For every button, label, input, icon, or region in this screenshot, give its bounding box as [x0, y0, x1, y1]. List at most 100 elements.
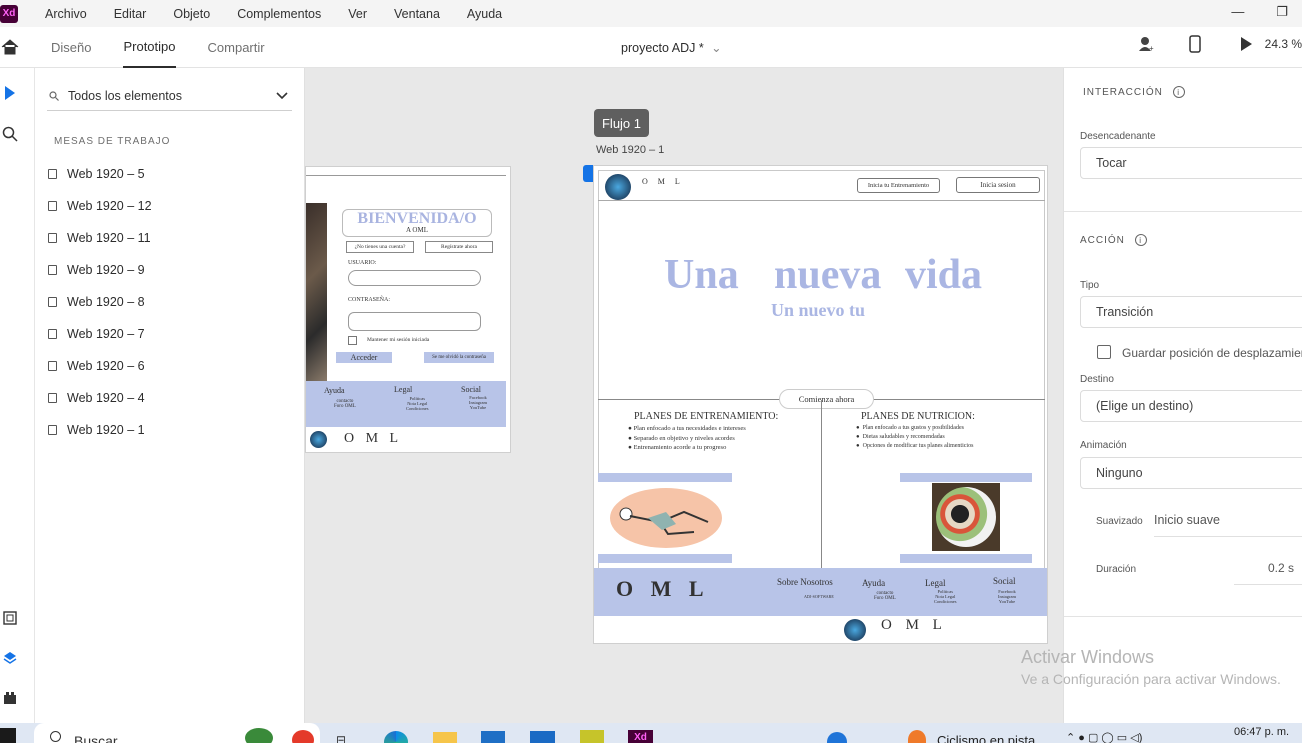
list-item: ● Plan enfocado a tus gustos y posibilid… — [856, 425, 964, 431]
no-account-text: ¿No tienes una cuenta? — [346, 241, 414, 253]
zoom-level[interactable]: 24.3 % — [1265, 37, 1302, 51]
menu-ver[interactable]: Ver — [348, 7, 380, 21]
menu-archivo[interactable]: Archivo — [45, 7, 100, 21]
pass-input[interactable] — [348, 312, 481, 331]
start-training-button[interactable]: Inicia tu Entrenamiento — [857, 178, 940, 193]
dest-value: (Elige un destino) — [1096, 399, 1194, 413]
list-item: ● Opciones de modificar tus planes alime… — [856, 443, 974, 449]
duration-input[interactable]: 0.2 s — [1234, 553, 1302, 585]
play-icon[interactable] — [1239, 36, 1253, 52]
plan2-title: PLANES DE NUTRICION: — [861, 411, 975, 422]
trigger-label: Desencadenante — [1080, 131, 1156, 142]
list-item[interactable]: Web 1920 – 11 — [48, 222, 298, 254]
info-icon[interactable]: i — [1134, 234, 1147, 246]
tab-prototipo[interactable]: Prototipo — [123, 27, 176, 68]
footer-social: Social — [993, 576, 1016, 586]
register-button[interactable]: Regístrate ahora — [425, 241, 493, 253]
now-playing[interactable]: Ciclismo en pista — [937, 733, 1035, 743]
list-item[interactable]: Web 1920 – 7 — [48, 318, 298, 350]
system-tray-icons[interactable]: ⌃ ● ▢ ◯ ▭ ◁) — [1066, 731, 1142, 743]
mail-icon[interactable] — [530, 731, 555, 743]
layers-filter[interactable]: Todos los elementos — [47, 81, 292, 111]
store-icon[interactable] — [481, 731, 505, 743]
clock[interactable]: 06:47 p. m. — [1234, 726, 1289, 738]
search-tool-icon[interactable] — [2, 126, 18, 142]
document-title[interactable]: proyecto ADJ * ⌄ — [621, 40, 722, 55]
destination-select[interactable]: (Elige un destino) — [1080, 390, 1302, 422]
footer-ayuda: Ayuda — [862, 578, 886, 588]
artboard-label: Web 1920 – 1 — [67, 423, 145, 437]
app-icon[interactable] — [580, 730, 604, 743]
artboard-name[interactable]: Web 1920 – 1 — [596, 144, 664, 156]
xd-taskbar-icon[interactable]: Xd — [628, 730, 653, 743]
artboard-label: Web 1920 – 9 — [67, 263, 145, 277]
artboard-login[interactable]: BIENVENIDA/O A OML ¿No tienes una cuenta… — [305, 166, 511, 453]
invite-user-icon[interactable]: + — [1137, 35, 1155, 53]
start-icon[interactable] — [0, 728, 16, 743]
hero-sub: Un nuevo tu — [771, 300, 866, 320]
select-tool-icon[interactable] — [4, 85, 16, 101]
minimize-icon[interactable]: — — [1231, 4, 1244, 20]
folder-icon[interactable] — [433, 732, 457, 743]
artboard-label: Web 1920 – 12 — [67, 199, 152, 213]
restore-icon[interactable]: ❐ — [1276, 4, 1288, 20]
forgot-link[interactable]: Se me olvidó la contraseña — [424, 352, 494, 363]
preserve-checkbox[interactable] — [1097, 345, 1111, 359]
menu-ventana[interactable]: Ventana — [394, 7, 453, 21]
help-icon[interactable] — [827, 732, 847, 743]
login-brand: O M L — [344, 431, 403, 446]
list-item[interactable]: Web 1920 – 8 — [48, 286, 298, 318]
task-view-icon[interactable]: ⊟ — [336, 733, 346, 743]
info-icon[interactable]: i — [1172, 86, 1185, 98]
device-preview-icon[interactable] — [1188, 35, 1201, 53]
type-select[interactable]: Transición — [1080, 296, 1302, 328]
keep-checkbox[interactable] — [348, 336, 357, 345]
home-icon[interactable] — [1, 39, 19, 55]
menu-complementos[interactable]: Complementos — [237, 7, 334, 21]
footer-about: Sobre Nosotros — [777, 577, 833, 587]
list-item[interactable]: Web 1920 – 9 — [48, 254, 298, 286]
training-image — [598, 473, 732, 563]
artboard-label: Web 1920 – 8 — [67, 295, 145, 309]
trigger-select[interactable]: Tocar — [1080, 147, 1302, 179]
tab-diseno[interactable]: Diseño — [51, 27, 91, 68]
footer-legal-items: Políticas Nota Legal Condiciones — [934, 589, 957, 604]
list-item[interactable]: Web 1920 – 6 — [48, 350, 298, 382]
flow-start-marker[interactable] — [583, 165, 593, 182]
flow-label[interactable]: Flujo 1 — [594, 109, 649, 137]
list-item[interactable]: Web 1920 – 1 — [48, 414, 298, 446]
login-button[interactable]: Inicia sesion — [956, 177, 1040, 193]
taskbar-search[interactable]: Buscar — [34, 723, 320, 743]
list-item: ● Dietas saludables y recomendadas — [856, 434, 945, 440]
tab-compartir[interactable]: Compartir — [208, 27, 265, 68]
artboard-home[interactable]: O M L Inicia tu Entrenamiento Inicia ses… — [593, 165, 1048, 644]
plan2-item: Plan enfocado a tus gustos y posibilidad… — [862, 425, 964, 431]
layers-panel: Todos los elementos MESAS DE TRABAJO Web… — [35, 68, 305, 723]
section-title: MESAS DE TRABAJO — [54, 136, 171, 147]
artboard-icon — [48, 233, 57, 243]
artboard-icon — [48, 361, 57, 371]
list-item[interactable]: Web 1920 – 5 — [48, 158, 298, 190]
access-button[interactable]: Acceder — [336, 352, 392, 363]
menu-objeto[interactable]: Objeto — [173, 7, 223, 21]
hero-word-1: Una — [664, 252, 739, 298]
list-item[interactable]: Web 1920 – 4 — [48, 382, 298, 414]
menu-editar[interactable]: Editar — [114, 7, 160, 21]
cta-button[interactable]: Comienza ahora — [779, 389, 874, 409]
menu-ayuda[interactable]: Ayuda — [467, 7, 515, 21]
ease-select[interactable]: Inicio suave — [1154, 505, 1302, 537]
anim-value: Ninguno — [1096, 466, 1143, 480]
plugins-icon[interactable] — [3, 691, 17, 705]
header-brand: O M L — [642, 177, 684, 186]
assets-icon[interactable] — [3, 611, 17, 625]
design-canvas[interactable]: BIENVENIDA/O A OML ¿No tienes una cuenta… — [305, 68, 1063, 723]
duration-value: 0.2 s — [1267, 561, 1294, 575]
user-input[interactable] — [348, 270, 481, 286]
list-item[interactable]: Web 1920 – 12 — [48, 190, 298, 222]
layers-icon[interactable] — [3, 651, 17, 665]
main-menu: Archivo Editar Objeto Complementos Ver V… — [45, 7, 529, 21]
chevron-down-icon[interactable] — [276, 91, 288, 100]
edge-icon[interactable] — [384, 731, 408, 743]
animation-select[interactable]: Ninguno — [1080, 457, 1302, 489]
interaction-title: INTERACCIÓN i — [1083, 86, 1185, 98]
